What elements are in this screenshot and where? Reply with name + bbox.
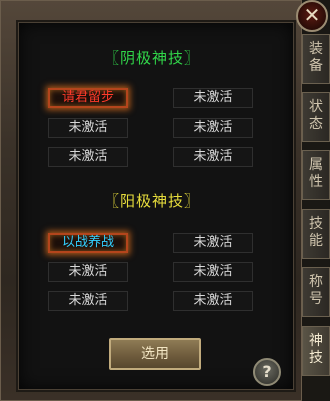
tab-titles[interactable]: 称 号 bbox=[302, 267, 330, 317]
tab-equipment-label-1: 装 bbox=[309, 41, 323, 57]
yang-skill-slot-2[interactable]: 未激活 bbox=[173, 233, 253, 253]
tab-equipment-label-2: 备 bbox=[309, 58, 323, 74]
tab-attributes-label-2: 性 bbox=[309, 174, 323, 190]
skill-window: 装 备 状 态 属 性 技 能 称 号 神 技 ✕ 〖阴极神技〗 请君留步 未激… bbox=[0, 0, 330, 401]
yang-skill-slot-5[interactable]: 未激活 bbox=[48, 291, 128, 311]
tab-divine-skills-label-1: 神 bbox=[309, 333, 323, 349]
yang-skill-slot-6[interactable]: 未激活 bbox=[173, 291, 253, 311]
yin-skill-slot-4[interactable]: 未激活 bbox=[173, 118, 253, 138]
yin-skill-slot-3[interactable]: 未激活 bbox=[48, 118, 128, 138]
tab-skills-label-2: 能 bbox=[309, 233, 323, 249]
tab-skills[interactable]: 技 能 bbox=[302, 209, 330, 259]
close-icon: ✕ bbox=[303, 3, 321, 27]
tab-titles-label-2: 号 bbox=[309, 291, 323, 307]
close-button[interactable]: ✕ bbox=[296, 0, 328, 32]
yang-skill-slot-1[interactable]: 以战养战 bbox=[48, 233, 128, 253]
help-icon: ? bbox=[262, 362, 272, 381]
yang-skill-slot-4[interactable]: 未激活 bbox=[173, 262, 253, 282]
tab-divine-skills-label-2: 技 bbox=[309, 350, 323, 366]
yang-section-title: 〖阳极神技〗 bbox=[103, 192, 200, 210]
yin-skill-slot-2[interactable]: 未激活 bbox=[173, 88, 253, 108]
tab-attributes[interactable]: 属 性 bbox=[302, 150, 330, 200]
tab-skills-label-1: 技 bbox=[309, 216, 323, 232]
tab-attributes-label-1: 属 bbox=[309, 157, 323, 173]
yin-skill-slot-6[interactable]: 未激活 bbox=[173, 147, 253, 167]
tab-status-label-2: 态 bbox=[309, 116, 323, 132]
yin-skill-slot-5[interactable]: 未激活 bbox=[48, 147, 128, 167]
help-button[interactable]: ? bbox=[253, 358, 281, 386]
tab-status-label-1: 状 bbox=[309, 99, 323, 115]
yin-skill-slot-1[interactable]: 请君留步 bbox=[48, 88, 128, 108]
yin-section-title: 〖阴极神技〗 bbox=[103, 49, 200, 67]
yang-skill-slot-3[interactable]: 未激活 bbox=[48, 262, 128, 282]
tab-divine-skills[interactable]: 神 技 bbox=[302, 326, 330, 376]
tab-equipment[interactable]: 装 备 bbox=[302, 34, 330, 84]
select-button[interactable]: 选用 bbox=[109, 338, 201, 370]
tab-titles-label-1: 称 bbox=[309, 274, 323, 290]
tab-status[interactable]: 状 态 bbox=[302, 92, 330, 142]
